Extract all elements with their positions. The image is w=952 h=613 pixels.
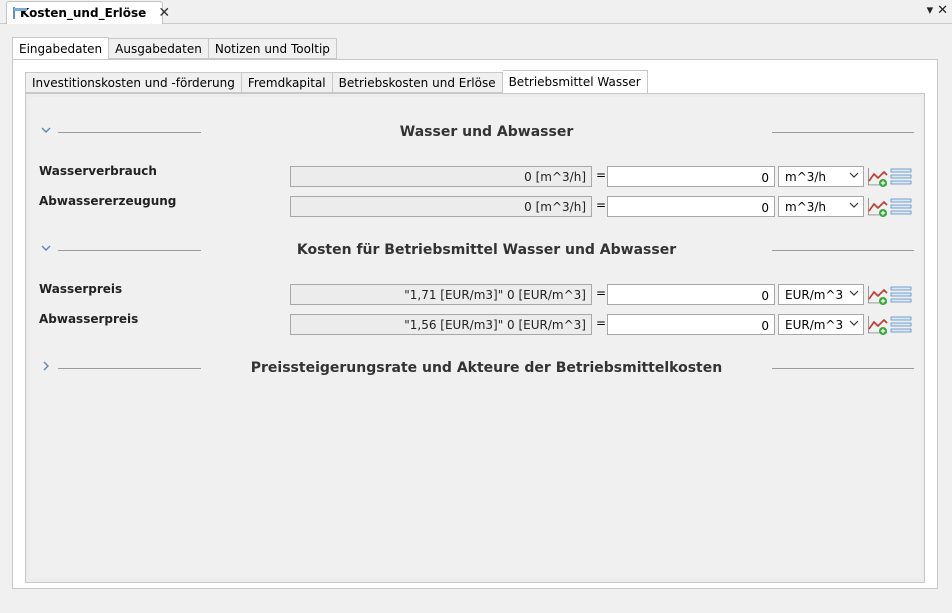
document-icon <box>13 7 27 19</box>
section-divider <box>772 132 914 133</box>
editor-tab-bar: Kosten_und_Erlöse ✕ ▾ ✕ <box>0 0 952 24</box>
chevron-down-icon[interactable] <box>39 124 53 138</box>
chart-add-icon[interactable] <box>867 314 889 336</box>
unit-select[interactable]: EUR/m^3 <box>778 314 864 335</box>
editor-tab-title: Kosten_und_Erlöse <box>20 6 147 20</box>
equals-sign: = <box>596 198 607 212</box>
list-icon[interactable] <box>890 316 912 333</box>
inner-tab-strip: Investitionskosten und -förderung Fremdk… <box>25 70 648 93</box>
list-icon[interactable] <box>890 168 912 185</box>
editor-tab-kosten-und-erloese[interactable]: Kosten_und_Erlöse ✕ <box>6 1 170 24</box>
computed-value-display: "1,71 [EUR/m3]" 0 [EUR/m^3] <box>290 284 592 305</box>
chart-add-icon[interactable] <box>867 284 889 306</box>
equals-sign: = <box>596 316 607 330</box>
main-tab-strip: Eingabedaten Ausgabedaten Notizen und To… <box>12 37 337 60</box>
unit-select[interactable]: EUR/m^3 <box>778 284 864 305</box>
editor-area: Eingabedaten Ausgabedaten Notizen und To… <box>0 25 952 613</box>
section-divider <box>58 250 201 251</box>
section-divider <box>58 368 201 369</box>
tab-notizen-und-tooltip[interactable]: Notizen und Tooltip <box>208 38 337 59</box>
section-header-wasser-und-abwasser: Wasser und Abwasser <box>29 123 921 143</box>
chart-add-icon[interactable] <box>867 166 889 188</box>
list-icon[interactable] <box>890 286 912 303</box>
chevron-down-icon <box>849 170 859 183</box>
tab-fremdkapital[interactable]: Fremdkapital <box>241 72 333 93</box>
section-header-preissteigerungsrate: Preissteigerungsrate und Akteure der Bet… <box>29 359 921 379</box>
chart-add-icon[interactable] <box>867 196 889 218</box>
window-controls: ▾ ✕ <box>927 4 948 18</box>
row-abwassererzeugung: Abwassererzeugung 0 [m^3/h] = m^3/h <box>29 194 921 218</box>
equals-sign: = <box>596 168 607 182</box>
tab-ausgabedaten[interactable]: Ausgabedaten <box>109 38 209 59</box>
computed-value-display: 0 [m^3/h] <box>290 166 592 187</box>
chevron-down-icon <box>849 288 859 301</box>
row-wasserpreis: Wasserpreis "1,71 [EUR/m3]" 0 [EUR/m^3] … <box>29 282 921 306</box>
unit-select-value: EUR/m^3 <box>785 318 844 332</box>
section-divider <box>772 368 914 369</box>
field-label: Abwassererzeugung <box>39 194 177 208</box>
close-tab-icon[interactable]: ✕ <box>158 6 170 20</box>
field-label: Abwasserpreis <box>39 312 139 326</box>
chevron-down-icon <box>849 200 859 213</box>
tab-betriebsmittel-wasser[interactable]: Betriebsmittel Wasser <box>502 70 648 93</box>
tab-betriebskosten-und-erloese[interactable]: Betriebskosten und Erlöse <box>332 72 503 93</box>
abwassererzeugung-input[interactable] <box>607 196 775 217</box>
betriebsmittel-wasser-panel: Wasser und Abwasser Wasserverbrauch 0 [m… <box>25 93 925 583</box>
section-divider <box>772 250 914 251</box>
equals-sign: = <box>596 286 607 300</box>
section-header-kosten-betriebsmittel: Kosten für Betriebsmittel Wasser und Abw… <box>29 241 921 261</box>
section-title: Preissteigerungsrate und Akteure der Bet… <box>250 360 723 376</box>
abwasserpreis-input[interactable] <box>607 314 775 335</box>
unit-select[interactable]: m^3/h <box>778 196 864 217</box>
wasserpreis-input[interactable] <box>607 284 775 305</box>
chevron-right-icon[interactable] <box>39 360 53 374</box>
section-title: Kosten für Betriebsmittel Wasser und Abw… <box>296 242 677 258</box>
computed-value-display: 0 [m^3/h] <box>290 196 592 217</box>
view-menu-icon[interactable]: ▾ <box>927 4 934 18</box>
eingabedaten-panel: Investitionskosten und -förderung Fremdk… <box>12 59 938 589</box>
chevron-down-icon[interactable] <box>39 242 53 256</box>
form-content: Wasser und Abwasser Wasserverbrauch 0 [m… <box>29 97 921 579</box>
field-label: Wasserverbrauch <box>39 164 157 178</box>
tab-investitionskosten[interactable]: Investitionskosten und -förderung <box>25 72 242 93</box>
chevron-down-icon <box>849 318 859 331</box>
unit-select-value: m^3/h <box>785 200 827 214</box>
unit-select[interactable]: m^3/h <box>778 166 864 187</box>
computed-value-display: "1,56 [EUR/m3]" 0 [EUR/m^3] <box>290 314 592 335</box>
section-divider <box>58 132 201 133</box>
field-label: Wasserpreis <box>39 282 123 296</box>
list-icon[interactable] <box>890 198 912 215</box>
wasserverbrauch-input[interactable] <box>607 166 775 187</box>
row-abwasserpreis: Abwasserpreis "1,56 [EUR/m3]" 0 [EUR/m^3… <box>29 312 921 336</box>
unit-select-value: m^3/h <box>785 170 827 184</box>
close-view-icon[interactable]: ✕ <box>937 4 948 18</box>
unit-select-value: EUR/m^3 <box>785 288 844 302</box>
row-wasserverbrauch: Wasserverbrauch 0 [m^3/h] = m^3/h <box>29 164 921 188</box>
section-title: Wasser und Abwasser <box>399 124 574 140</box>
tab-eingabedaten[interactable]: Eingabedaten <box>12 37 110 60</box>
